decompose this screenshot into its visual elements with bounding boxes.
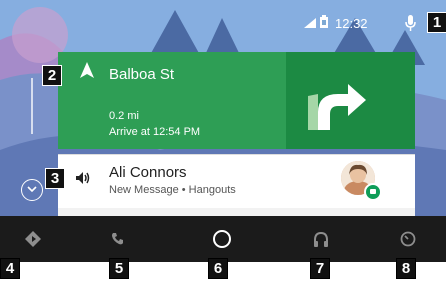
scroll-track xyxy=(31,78,33,134)
navigation-icon[interactable] xyxy=(22,228,44,250)
android-auto-screen: 12:32 Balboa St 0.2 mi Arrive at 12:54 P… xyxy=(0,0,446,282)
chevron-down-icon xyxy=(27,184,37,196)
turn-panel xyxy=(286,52,415,149)
callout-1: 1 xyxy=(427,12,446,33)
callout-6: 6 xyxy=(208,258,228,279)
callout-2: 2 xyxy=(42,65,62,86)
callout-7: 7 xyxy=(310,258,330,279)
callout-4: 4 xyxy=(0,258,20,279)
bottom-navigation-bar xyxy=(0,216,446,262)
street-name: Balboa St xyxy=(109,66,175,83)
arrival-time: Arrive at 12:54 PM xyxy=(109,126,201,138)
speaker-icon xyxy=(76,171,90,189)
message-card[interactable]: Ali Connors New Message • Hangouts xyxy=(58,154,415,210)
turn-right-icon xyxy=(308,74,368,135)
card-shadow xyxy=(58,208,415,216)
microphone-icon[interactable] xyxy=(405,15,416,31)
callout-5: 5 xyxy=(109,258,129,279)
phone-icon[interactable] xyxy=(107,228,129,250)
headphones-icon[interactable] xyxy=(310,228,332,250)
callout-3: 3 xyxy=(45,168,65,189)
callout-8: 8 xyxy=(396,258,416,279)
battery-icon xyxy=(320,15,328,28)
signal-icon xyxy=(304,18,316,28)
car-icon[interactable] xyxy=(397,228,419,250)
hangouts-icon xyxy=(364,183,382,201)
navigation-arrow-icon xyxy=(80,62,94,83)
navigation-card[interactable]: Balboa St 0.2 mi Arrive at 12:54 PM xyxy=(58,52,415,149)
distance-text: 0.2 mi xyxy=(109,110,139,122)
message-subtitle: New Message • Hangouts xyxy=(109,184,236,196)
sender-name: Ali Connors xyxy=(109,164,187,181)
scroll-down-button[interactable] xyxy=(21,179,43,201)
clock-time: 12:32 xyxy=(335,16,368,31)
home-icon[interactable] xyxy=(211,228,233,250)
